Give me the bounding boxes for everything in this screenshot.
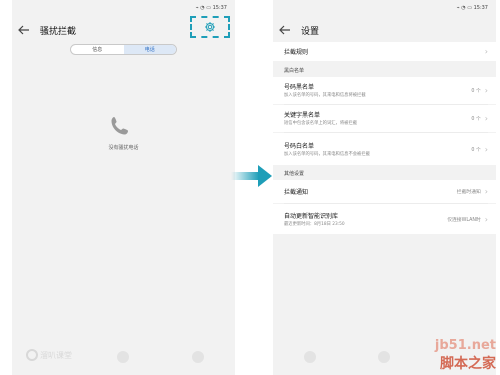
item-subtitle: 短信中包含该名单上的词汇，将被拦截 bbox=[284, 121, 358, 127]
chevron-right-icon: › bbox=[484, 144, 488, 154]
empty-state-text: 没有骚扰电话 bbox=[108, 145, 139, 151]
nav-home-button[interactable] bbox=[378, 351, 391, 363]
left-phone-screen: ⌁ ◔ ▭ 15:37 骚扰拦截 信息 电话 没有骚扰电话 溜叭课堂 bbox=[12, 0, 235, 375]
watermark-site-name: 脚本之家 bbox=[440, 356, 496, 372]
blacklist-item[interactable]: 号码黑名单 加入该名单的号码，其来电和信息将被拦截 0 个 › bbox=[273, 77, 496, 104]
status-time: 15:37 bbox=[473, 4, 488, 11]
whitelist-item[interactable]: 号码白名单 加入该名单的号码，其来电和信息不会被拦截 0 个 › bbox=[273, 133, 496, 165]
section-header-blackwhite: 黑白名单 bbox=[284, 68, 305, 74]
status-time: 15:37 bbox=[212, 4, 227, 11]
nav-recent-button[interactable] bbox=[191, 351, 204, 363]
interception-notify-item[interactable]: 拦截通知 拦截时通知 › bbox=[273, 180, 496, 203]
item-subtitle: 加入该名单的号码，其来电和信息将被拦截 bbox=[284, 93, 366, 99]
item-value: 拦截时通知 bbox=[456, 190, 481, 195]
item-count: 0 个 bbox=[471, 147, 481, 153]
chevron-right-icon: › bbox=[484, 114, 488, 123]
status-bar: ⌁ ◔ ▭ 15:37 bbox=[12, 0, 235, 15]
item-title: 号码黑名单 bbox=[284, 84, 315, 92]
item-count: 0 个 bbox=[471, 117, 481, 122]
nav-home-button[interactable] bbox=[117, 351, 130, 363]
page-title: 设置 bbox=[301, 26, 320, 37]
back-arrow-icon[interactable] bbox=[16, 22, 32, 38]
item-subtitle: 加入该名单的号码，其来电和信息不会被拦截 bbox=[284, 151, 370, 157]
tab-bar: 信息 电话 bbox=[70, 44, 177, 55]
auto-update-library-item[interactable]: 自动更新智能识别库 最近更新时间：8月18日 23:50 仅连接WLAN时 › bbox=[273, 204, 496, 234]
chevron-right-icon: › bbox=[484, 187, 488, 196]
watermark-url: jb51.net bbox=[434, 338, 496, 353]
item-count: 0 个 bbox=[471, 89, 481, 94]
gear-icon[interactable] bbox=[204, 18, 216, 37]
item-title: 拦截通知 bbox=[284, 189, 309, 196]
settings-highlight-box bbox=[190, 16, 230, 38]
tab-messages[interactable]: 信息 bbox=[71, 45, 124, 54]
item-title: 关键字黑名单 bbox=[284, 112, 321, 120]
app-bar: 设置 bbox=[273, 15, 496, 45]
status-bar: ⌁ ◔ ▭ 15:37 bbox=[273, 0, 496, 15]
system-nav-bar bbox=[12, 339, 235, 375]
transition-arrow-icon bbox=[231, 165, 272, 187]
chevron-right-icon: › bbox=[484, 214, 488, 224]
chevron-right-icon: › bbox=[484, 47, 488, 56]
tab-calls[interactable]: 电话 bbox=[123, 45, 176, 54]
interception-rules-item[interactable]: 拦截规则 › bbox=[273, 42, 496, 61]
section-header-other: 其他设置 bbox=[284, 171, 305, 177]
item-title: 自动更新智能识别库 bbox=[284, 212, 339, 220]
back-arrow-icon[interactable] bbox=[277, 22, 293, 38]
status-icons: ⌁ ◔ ▭ bbox=[456, 4, 474, 11]
nav-back-button[interactable] bbox=[304, 351, 317, 363]
phone-icon bbox=[108, 114, 132, 138]
chevron-right-icon: › bbox=[484, 86, 488, 95]
item-title: 拦截规则 bbox=[284, 49, 309, 56]
site-watermark: jb51.net 脚本之家 bbox=[435, 338, 496, 373]
keyword-blacklist-item[interactable]: 关键字黑名单 短信中包含该名单上的词汇，将被拦截 0 个 › bbox=[273, 105, 496, 132]
right-phone-screen: ⌁ ◔ ▭ 15:37 设置 拦截规则 › 黑白名单 号码黑名单 加入该名单的号… bbox=[273, 0, 496, 375]
page-title: 骚扰拦截 bbox=[40, 26, 77, 37]
status-icons: ⌁ ◔ ▭ bbox=[195, 4, 213, 11]
item-subtitle: 最近更新时间：8月18日 23:50 bbox=[284, 221, 345, 227]
item-value: 仅连接WLAN时 bbox=[447, 217, 481, 223]
item-title: 号码白名单 bbox=[284, 142, 315, 150]
